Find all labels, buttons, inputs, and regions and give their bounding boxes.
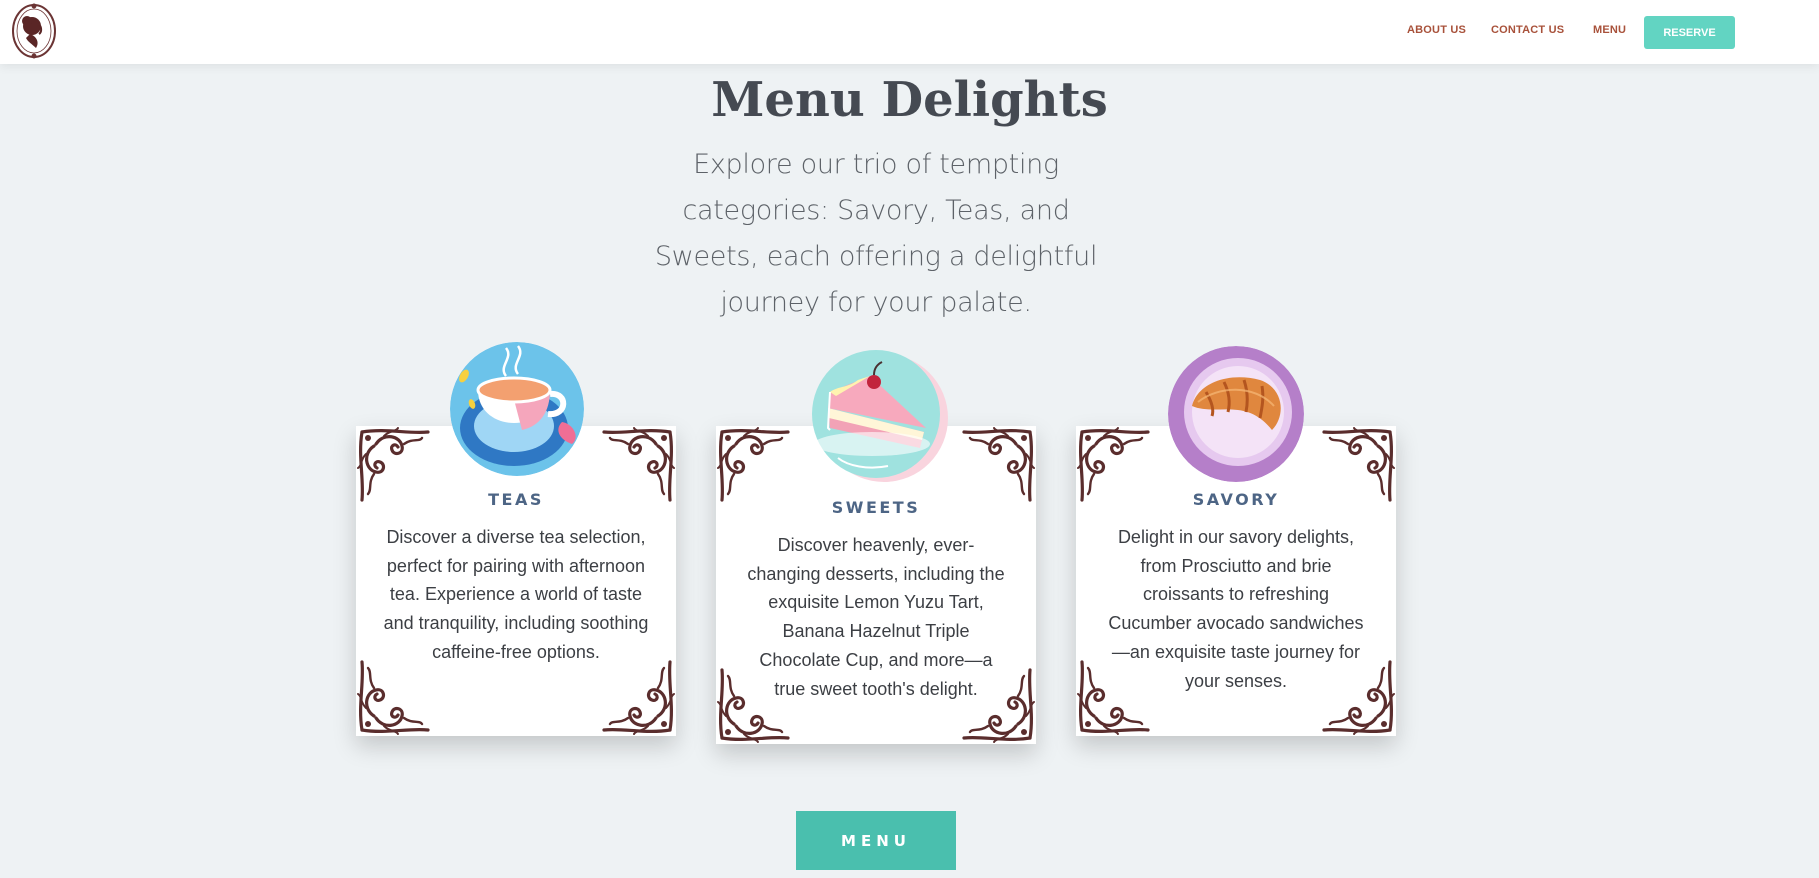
ornament-corner-icon [962, 426, 1036, 502]
nav-contact-us[interactable]: CONTACT US [1491, 24, 1564, 36]
cake-slice-icon [808, 348, 950, 484]
menu-button[interactable]: MENU [796, 811, 956, 870]
card-text: Discover a diverse tea selection, perfec… [383, 527, 649, 662]
nav-about-us[interactable]: ABOUT US [1407, 24, 1466, 36]
croissant-icon [1168, 346, 1304, 482]
card-text: Delight in our savory delights, from Pro… [1108, 527, 1364, 691]
card-title: TEAS [488, 490, 544, 509]
card-text: Discover heavenly, ever-changing dessert… [747, 535, 1005, 699]
site-header: ABOUT US CONTACT US MENU RESERVE [0, 0, 1819, 64]
card-title: SAVORY [1192, 490, 1280, 509]
page-title: Menu Delights [711, 72, 1108, 128]
ornament-corner-icon [716, 426, 790, 502]
nav-menu[interactable]: MENU [1593, 24, 1626, 36]
teacup-icon [450, 342, 584, 476]
page-subtitle: Explore our trio of tempting categories:… [654, 149, 1098, 318]
reserve-button[interactable]: RESERVE [1644, 16, 1735, 49]
card-title: SWEETS [831, 498, 921, 517]
lady-silhouette-logo-icon[interactable] [10, 2, 58, 60]
